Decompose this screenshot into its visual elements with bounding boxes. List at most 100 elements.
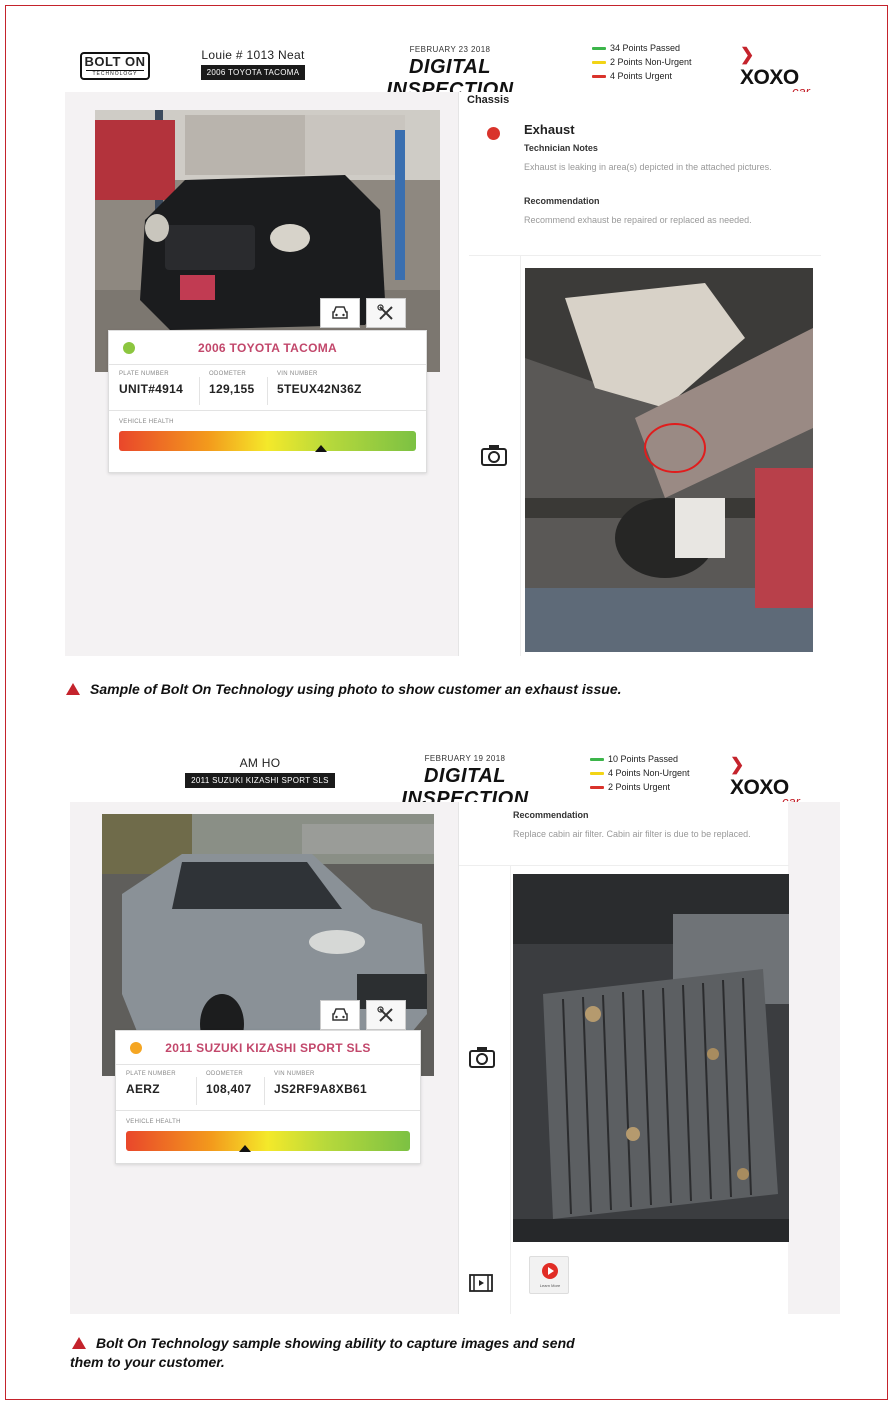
legend-passed: 10 Points Passed	[590, 752, 690, 766]
legend-label: 4 Points Non-Urgent	[608, 768, 690, 778]
plate-field: PLATE NUMBER UNIT#4914	[119, 371, 183, 409]
plate-label: PLATE NUMBER	[126, 1071, 176, 1077]
caption-1: Sample of Bolt On Technology using photo…	[66, 680, 622, 699]
car-icon	[332, 1008, 348, 1021]
vehicle-name: 2011 SUZUKI KIZASHI SPORT SLS	[165, 1041, 371, 1055]
odometer-value: 108,407	[206, 1082, 252, 1096]
triangle-icon	[72, 1337, 86, 1349]
odometer-label: ODOMETER	[206, 1071, 244, 1077]
legend-label: 34 Points Passed	[610, 43, 681, 53]
report-header: AM HO 2011 SUZUKI KIZASHI SPORT SLS FEBR…	[70, 744, 840, 810]
customer-block: Louie # 1013 Neat 2006 TOYOTA TACOMA	[183, 48, 323, 80]
legend-non-urgent: 4 Points Non-Urgent	[590, 766, 690, 780]
media-icon-column	[469, 256, 521, 656]
green-bar-icon	[592, 47, 606, 51]
video-icon[interactable]	[469, 1274, 493, 1292]
yellow-bar-icon	[592, 61, 606, 65]
triangle-icon	[66, 683, 80, 695]
recommendation-text: Replace cabin air filter. Cabin air filt…	[513, 829, 751, 839]
tools-icon	[377, 1006, 393, 1022]
vin-value: 5TEUX42N36Z	[277, 382, 362, 396]
red-bar-icon	[592, 75, 606, 79]
recommendation-label: Recommendation	[524, 196, 600, 206]
report-body: 2006 TOYOTA TACOMA PLATE NUMBER UNIT#491…	[65, 92, 845, 656]
car-icon	[332, 306, 348, 319]
learn-more-video[interactable]: Learn More	[529, 1256, 569, 1294]
green-bar-icon	[590, 758, 604, 762]
xoxo-car-logo: ❯XOXO car	[740, 42, 810, 99]
tools-icon	[377, 304, 393, 320]
yellow-bar-icon	[590, 772, 604, 776]
vin-label: VIN NUMBER	[277, 371, 318, 377]
plate-label: PLATE NUMBER	[119, 371, 169, 377]
tab-service[interactable]	[366, 1000, 406, 1030]
inspection-screenshot-2: AM HO 2011 SUZUKI KIZASHI SPORT SLS FEBR…	[70, 744, 840, 1314]
report-date: FEBRUARY 23 2018	[409, 45, 491, 54]
report-date: FEBRUARY 19 2018	[424, 754, 506, 763]
bolt-on-logo: BOLT ON TECHNOLOGY	[80, 52, 150, 80]
section-title: Chassis	[467, 94, 510, 106]
logo-text: BOLT ON	[84, 54, 146, 69]
recommendation-text: Recommend exhaust be repaired or replace…	[524, 215, 752, 225]
odometer-label: ODOMETER	[209, 371, 247, 377]
health-label: VEHICLE HEALTH	[126, 1119, 181, 1125]
media-icon-column	[459, 866, 511, 1314]
caption-text-line2: them to your customer.	[70, 1354, 225, 1370]
vehicle-fields: PLATE NUMBER UNIT#4914 ODOMETER 129,155 …	[109, 371, 426, 411]
dart-icon: ❯	[730, 755, 744, 774]
exhaust-photo[interactable]	[525, 268, 813, 652]
recommendation-label: Recommendation	[513, 810, 589, 820]
cabin-filter-photo[interactable]	[513, 874, 789, 1242]
legend-label: 2 Points Non-Urgent	[610, 57, 692, 67]
odometer-value: 129,155	[209, 382, 255, 396]
camera-icon[interactable]	[469, 1046, 495, 1068]
vehicle-name: 2006 TOYOTA TACOMA	[198, 341, 337, 355]
play-icon	[542, 1263, 558, 1279]
brand-name: XOXO	[730, 776, 789, 799]
notes-label: Technician Notes	[524, 143, 598, 153]
caption-text: Sample of Bolt On Technology using photo…	[90, 681, 622, 697]
notes-text: Exhaust is leaking in area(s) depicted i…	[524, 162, 772, 172]
inspection-item[interactable]: Recommendation Replace cabin air filter.…	[459, 802, 789, 866]
vehicle-fields: PLATE NUMBER AERZ ODOMETER 108,407 VIN N…	[116, 1071, 420, 1111]
legend-non-urgent: 2 Points Non-Urgent	[592, 55, 692, 69]
plate-field: PLATE NUMBER AERZ	[126, 1071, 176, 1109]
points-legend: 34 Points Passed 2 Points Non-Urgent 4 P…	[592, 41, 692, 83]
tab-vehicle[interactable]	[320, 1000, 360, 1030]
learn-more-label: Learn More	[539, 1283, 561, 1288]
plate-value: AERZ	[126, 1082, 160, 1096]
customer-block: AM HO 2011 SUZUKI KIZASHI SPORT SLS	[170, 756, 350, 788]
vehicle-card: 2006 TOYOTA TACOMA PLATE NUMBER UNIT#491…	[108, 330, 427, 473]
vehicle-tag: 2011 SUZUKI KIZASHI SPORT SLS	[185, 773, 335, 788]
view-tabs	[320, 1000, 410, 1030]
points-legend: 10 Points Passed 4 Points Non-Urgent 2 P…	[590, 752, 690, 794]
vin-label: VIN NUMBER	[274, 1071, 315, 1077]
odometer-field: ODOMETER 129,155	[209, 371, 254, 409]
caption-2: Bolt On Technology sample showing abilit…	[70, 1334, 575, 1372]
tab-vehicle[interactable]	[320, 298, 360, 328]
vehicle-name-row: 2006 TOYOTA TACOMA	[109, 331, 426, 365]
legend-urgent: 4 Points Urgent	[592, 69, 692, 83]
camera-icon[interactable]	[481, 444, 507, 466]
vehicle-card: 2011 SUZUKI KIZASHI SPORT SLS PLATE NUMB…	[115, 1030, 421, 1164]
inspection-item[interactable]: Exhaust Technician Notes Exhaust is leak…	[469, 112, 821, 256]
health-marker	[239, 1145, 252, 1152]
legend-label: 4 Points Urgent	[610, 71, 673, 81]
inspection-column: Recommendation Replace cabin air filter.…	[458, 802, 789, 1314]
tab-service[interactable]	[366, 298, 406, 328]
legend-label: 10 Points Passed	[608, 754, 679, 764]
customer-name: Louie # 1013 Neat	[201, 48, 305, 62]
report-header: BOLT ON TECHNOLOGY Louie # 1013 Neat 200…	[65, 34, 845, 101]
customer-name: AM HO	[239, 756, 281, 770]
legend-passed: 34 Points Passed	[592, 41, 692, 55]
view-tabs	[320, 298, 410, 328]
legend-urgent: 2 Points Urgent	[590, 780, 690, 794]
health-marker	[314, 445, 327, 452]
legend-label: 2 Points Urgent	[608, 782, 671, 792]
xoxo-car-logo: ❯XOXO car	[730, 752, 800, 809]
dart-icon: ❯	[740, 45, 754, 64]
health-label: VEHICLE HEALTH	[119, 419, 174, 425]
logo-subtext: TECHNOLOGY	[86, 70, 144, 78]
item-title: Exhaust	[524, 122, 575, 137]
brand-name: XOXO	[740, 66, 799, 89]
